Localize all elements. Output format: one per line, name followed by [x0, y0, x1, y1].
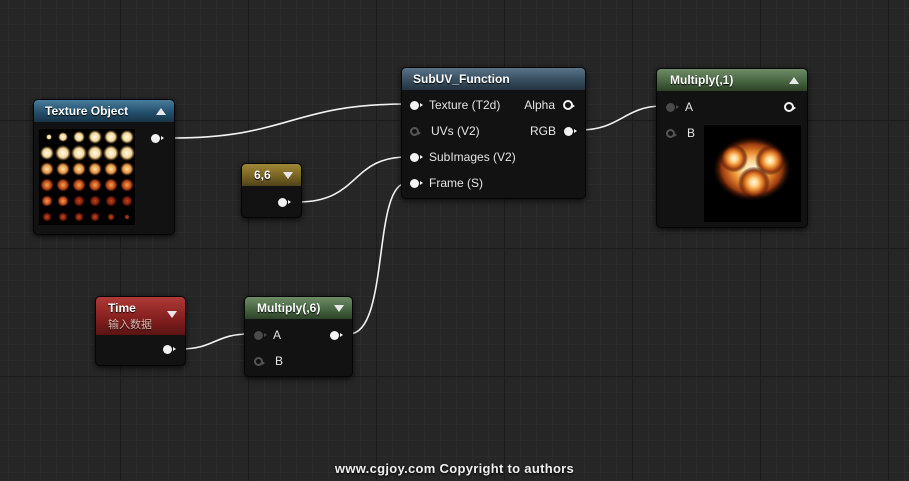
pin-icon[interactable] [666, 128, 677, 138]
multiply-output-pin-icon[interactable] [784, 102, 796, 112]
subuv-input-uvs[interactable]: UVs (V2) [410, 123, 480, 139]
collapse-arrow-icon[interactable] [156, 107, 166, 115]
input-label: B [275, 354, 284, 368]
wire-texture[interactable] [171, 103, 408, 139]
constant-header[interactable]: 6,6 [242, 164, 301, 186]
texture-object-header[interactable]: Texture Object [34, 100, 174, 122]
subuv-function-node[interactable]: SubUV_Function Texture (T2d) UVs (V2) Su… [401, 67, 586, 199]
time-header[interactable]: Time 输入数据 [96, 297, 185, 335]
subuv-output-alpha[interactable]: Alpha [524, 97, 575, 113]
pin-icon[interactable] [410, 100, 423, 110]
pin-icon[interactable] [410, 152, 423, 162]
multiply-output-header[interactable]: Multiply(,1) [657, 69, 807, 91]
input-label: Frame (S) [429, 176, 483, 190]
sprite-sheet-thumbnail [39, 129, 135, 225]
texture-output-pin-icon[interactable] [151, 134, 164, 143]
multiply-output-input-b[interactable]: B [666, 125, 695, 141]
constant-title: 6,6 [254, 168, 271, 182]
constant-node[interactable]: 6,6 [241, 163, 302, 218]
explosion-preview [704, 125, 801, 222]
expand-arrow-icon[interactable] [334, 304, 344, 312]
pin-icon[interactable] [563, 100, 575, 110]
pin-icon[interactable] [410, 126, 421, 136]
output-label: Alpha [524, 98, 555, 112]
time-subtitle: 输入数据 [108, 319, 152, 331]
subuv-input-texture[interactable]: Texture (T2d) [410, 97, 500, 113]
wire-time[interactable] [179, 333, 250, 350]
time-node[interactable]: Time 输入数据 [95, 296, 186, 366]
multiply-time-input-a[interactable]: A [254, 327, 281, 343]
input-label: SubImages (V2) [429, 150, 516, 164]
time-output-pin-icon[interactable] [163, 345, 176, 354]
multiply-time-output-pin-icon[interactable] [330, 331, 343, 340]
texture-object-title: Texture Object [45, 104, 129, 118]
pin-icon[interactable] [254, 330, 267, 340]
multiply-output-title: Multiply(,1) [670, 73, 734, 87]
input-label: A [685, 100, 694, 114]
subuv-input-frame[interactable]: Frame (S) [410, 175, 483, 191]
time-title: Time [108, 301, 136, 315]
multiply-time-node[interactable]: Multiply(,6) A B [244, 296, 353, 377]
pin-icon[interactable] [254, 356, 265, 366]
multiply-output-input-a[interactable]: A [666, 99, 693, 115]
collapse-arrow-icon[interactable] [789, 76, 799, 84]
wire-subimages[interactable] [297, 156, 408, 203]
input-label: Texture (T2d) [429, 98, 501, 112]
pin-icon[interactable] [410, 178, 423, 188]
input-label: B [687, 126, 696, 140]
pin-icon[interactable] [564, 126, 577, 136]
pin-icon[interactable] [666, 102, 679, 112]
expand-arrow-icon[interactable] [167, 311, 177, 318]
subuv-output-rgb[interactable]: RGB [529, 123, 577, 139]
watermark: www.cgjoy.com Copyright to authors [334, 461, 575, 476]
subuv-title: SubUV_Function [413, 72, 510, 86]
wire-rgb[interactable] [579, 105, 663, 131]
wire-frame[interactable] [348, 182, 408, 335]
constant-output-pin-icon[interactable] [278, 198, 291, 207]
input-label: A [273, 328, 282, 342]
multiply-time-title: Multiply(,6) [257, 301, 321, 315]
multiply-output-node[interactable]: Multiply(,1) A B [656, 68, 808, 228]
multiply-time-header[interactable]: Multiply(,6) [245, 297, 352, 319]
expand-arrow-icon[interactable] [283, 171, 293, 179]
multiply-time-input-b[interactable]: B [254, 353, 283, 369]
texture-object-node[interactable]: Texture Object [33, 99, 175, 235]
input-label: UVs (V2) [431, 124, 480, 138]
output-label: RGB [529, 124, 556, 138]
subuv-header[interactable]: SubUV_Function [402, 68, 585, 90]
subuv-input-subimages[interactable]: SubImages (V2) [410, 149, 516, 165]
